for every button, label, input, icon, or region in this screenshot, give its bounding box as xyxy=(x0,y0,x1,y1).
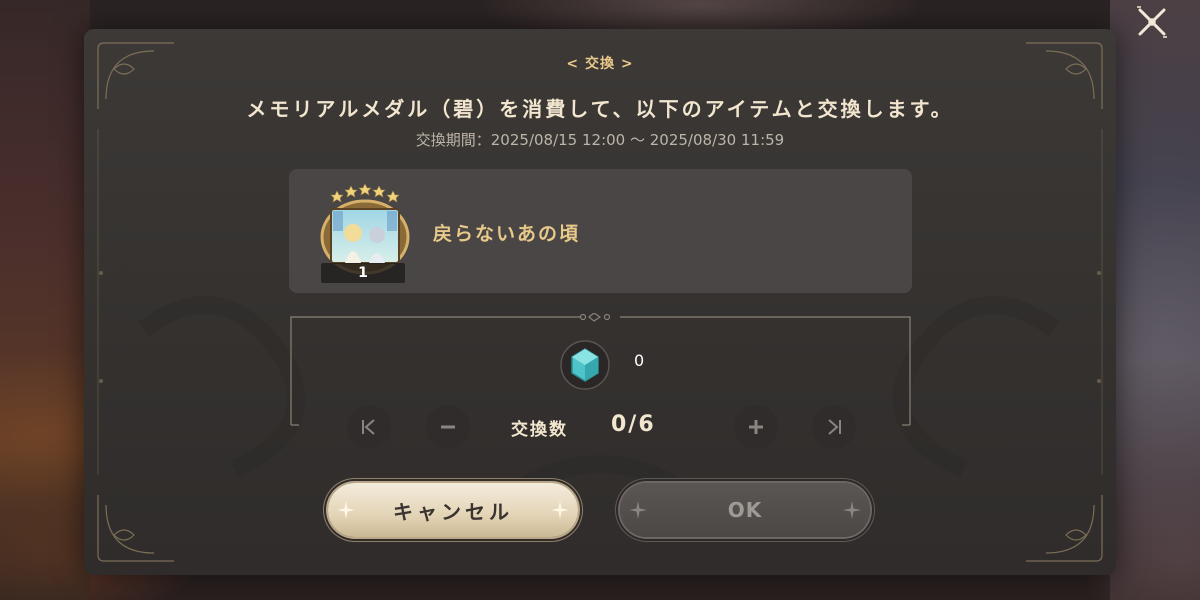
exchange-quantity-box: 0 交換数 0/6 xyxy=(289,313,912,449)
background-right-blur xyxy=(1110,0,1200,600)
ok-button-label: OK xyxy=(727,498,763,522)
close-button[interactable] xyxy=(1132,2,1172,42)
dialog-headline: メモリアルメダル（碧）を消費して、以下のアイテムと交換します。 xyxy=(246,97,954,121)
exchange-period: 交換期間：2025/08/15 12:00 ～ 2025/08/30 11:59 xyxy=(415,131,785,149)
plus-icon xyxy=(749,420,763,434)
blue-medal-icon xyxy=(559,339,611,391)
dialog-category-title: < 交換 > xyxy=(566,56,634,72)
item-quantity: 1 xyxy=(321,263,405,283)
increment-button[interactable] xyxy=(734,405,778,449)
exchange-dialog: < 交換 > メモリアルメダル（碧）を消費して、以下のアイテムと交換します。 交… xyxy=(84,29,1116,575)
reward-item-card: 1 戻らないあの頃 xyxy=(289,169,912,293)
sparkle-icon xyxy=(551,501,569,519)
min-button[interactable] xyxy=(347,405,391,449)
max-button[interactable] xyxy=(812,405,856,449)
skip-to-min-icon xyxy=(362,419,375,435)
close-icon xyxy=(1137,6,1167,38)
ok-button[interactable]: OK xyxy=(620,483,870,537)
medal-owned-count: 0 xyxy=(634,351,645,370)
sparkle-icon xyxy=(337,501,355,519)
item-name: 戻らないあの頃 xyxy=(433,223,581,245)
minus-icon xyxy=(441,425,455,429)
skip-to-max-icon xyxy=(828,419,841,435)
background-left-blur xyxy=(0,0,90,600)
cancel-button-label: キャンセル xyxy=(393,499,513,524)
sparkle-icon xyxy=(843,501,861,519)
sparkle-icon xyxy=(629,501,647,519)
decrement-button[interactable] xyxy=(426,405,470,449)
exchange-count-label: 交換数 xyxy=(511,420,568,440)
exchange-count-value: 0/6 xyxy=(611,412,656,437)
cancel-button[interactable]: キャンセル xyxy=(328,483,578,537)
